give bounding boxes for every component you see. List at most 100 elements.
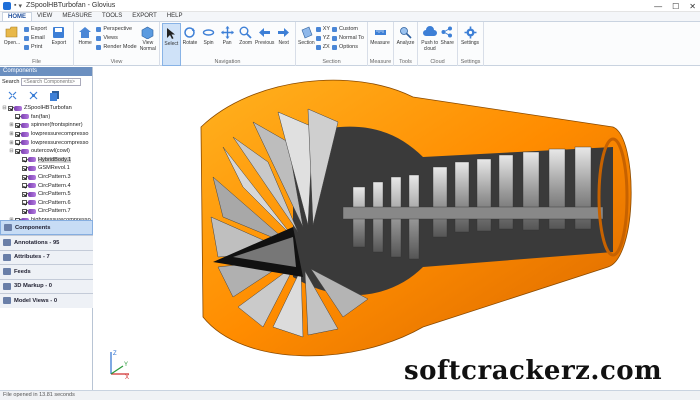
triad-y-label: Y: [124, 362, 128, 368]
accordion-components[interactable]: Components: [0, 220, 93, 235]
accordion-attributes[interactable]: Attributes - 7: [0, 249, 93, 264]
group-label-measure: Measure: [369, 59, 392, 65]
minimize-button[interactable]: —: [654, 2, 662, 11]
views-button[interactable]: Views: [96, 34, 136, 42]
tab-home[interactable]: HOME: [2, 12, 32, 21]
accordion-feeds[interactable]: Feeds: [0, 264, 93, 279]
visibility-checkbox[interactable]: [22, 157, 27, 163]
section-xy-button[interactable]: XY: [315, 25, 331, 33]
visibility-checkbox[interactable]: [22, 165, 27, 171]
tab-view[interactable]: VIEW: [32, 12, 57, 21]
tree-item[interactable]: ⊞ lowpressurecompresso: [0, 130, 92, 139]
3d-viewport[interactable]: Z Y X: [93, 67, 700, 390]
tab-tools[interactable]: TOOLS: [97, 12, 127, 21]
accordion-model-views[interactable]: Model Views - 0: [0, 293, 93, 308]
section-custom-button[interactable]: Custom: [332, 25, 364, 33]
zx-plane-icon: [315, 44, 321, 50]
tab-measure[interactable]: MEASURE: [57, 12, 97, 21]
accordion-3d-markup[interactable]: 3D Markup - 0: [0, 278, 93, 293]
triad-z-label: Z: [113, 351, 117, 357]
export-small-button[interactable]: Export: [24, 25, 47, 33]
tree-item-label: CircPattern.6: [38, 199, 71, 206]
collapse-all-icon[interactable]: [29, 91, 38, 100]
tree-item-label: lowpressurecompresso: [31, 139, 89, 146]
analyze-label: Analyze: [396, 40, 415, 46]
search-label: Search: [2, 78, 20, 85]
share-label: Share: [440, 40, 454, 46]
section-options-button[interactable]: Options: [332, 43, 364, 51]
visibility-checkbox[interactable]: [15, 114, 20, 120]
visibility-checkbox[interactable]: [22, 183, 27, 189]
qat-dropdown-icon[interactable]: ▾: [18, 2, 22, 10]
export-icon: [24, 26, 29, 32]
tree-item[interactable]: CircPattern.7: [0, 207, 92, 216]
search-components-input[interactable]: [21, 77, 82, 86]
yz-label: YZ: [322, 35, 330, 41]
model-views-icon: [3, 297, 11, 305]
tree-item-label: GSMRevol.1: [38, 165, 70, 172]
tree-expander-icon[interactable]: ⊞: [9, 131, 14, 137]
tree-expander-icon[interactable]: ⊟: [9, 148, 14, 154]
perspective-label: Perspective: [103, 26, 133, 32]
tree-item[interactable]: HybridBody.1: [0, 156, 92, 165]
visibility-checkbox[interactable]: [22, 174, 27, 180]
print-button[interactable]: Print: [24, 43, 47, 51]
tree-expander-icon[interactable]: ⊞: [9, 140, 14, 146]
tree-item[interactable]: fan(fan): [0, 113, 92, 122]
tree-item[interactable]: ⊟ outercowl(cowl): [0, 147, 92, 156]
perspective-button[interactable]: Perspective: [96, 25, 136, 33]
visibility-checkbox[interactable]: [15, 131, 20, 137]
tree-item[interactable]: GSMRevol.1: [0, 164, 92, 173]
ribbon: Open... Export Email Print Export File H…: [0, 22, 700, 66]
visibility-checkbox[interactable]: [15, 122, 20, 128]
email-button[interactable]: Email: [24, 34, 47, 42]
ruler-icon: [374, 29, 386, 35]
save-icon[interactable]: ▪: [14, 2, 16, 10]
close-button[interactable]: ✕: [689, 2, 696, 11]
turbofan-model-render[interactable]: [93, 67, 700, 390]
tree-item[interactable]: CircPattern.3: [0, 173, 92, 182]
tree-item[interactable]: CircPattern.6: [0, 199, 92, 208]
visibility-checkbox[interactable]: [15, 140, 20, 146]
search-row: Search: [0, 76, 92, 87]
tree-item[interactable]: ⊟ ZSpoolHBTurbofan: [0, 104, 92, 113]
view-normal-label: View Normal: [139, 40, 156, 52]
visibility-checkbox[interactable]: [15, 148, 20, 154]
visibility-checkbox[interactable]: [22, 191, 27, 197]
tab-help[interactable]: HELP: [162, 12, 188, 21]
tree-item-label: lowpressurecompresso: [31, 131, 89, 138]
visibility-checkbox[interactable]: [22, 208, 27, 214]
maximize-button[interactable]: ☐: [672, 2, 679, 11]
expand-all-icon[interactable]: [8, 91, 17, 100]
component-icon: [28, 157, 36, 163]
xy-label: XY: [322, 26, 331, 32]
share-icon: [441, 26, 453, 38]
copy-list-icon[interactable]: [50, 91, 59, 101]
tab-export[interactable]: EXPORT: [127, 12, 162, 21]
normal-to-button[interactable]: Normal To: [332, 34, 364, 42]
render-mode-button[interactable]: Render Mode: [96, 43, 137, 51]
tree-item-label: ZSpoolHBTurbofan: [24, 105, 72, 112]
tree-item[interactable]: ⊞ spinner(frontspinner): [0, 121, 92, 130]
tree-item[interactable]: CircPattern.5: [0, 190, 92, 199]
custom-label: Custom: [339, 26, 358, 32]
zx-label: ZX: [322, 44, 330, 50]
section-yz-button[interactable]: YZ: [315, 34, 330, 42]
tree-item[interactable]: CircPattern.4: [0, 181, 92, 190]
tree-item[interactable]: ⊞ lowpressurecompresso: [0, 138, 92, 147]
accordion-annotations[interactable]: Annotations - 95: [0, 235, 93, 250]
title-bar: ▪ ▾ ZSpoolHBTurbofan - Glovius — ☐ ✕: [0, 0, 700, 12]
section-zx-button[interactable]: ZX: [315, 43, 330, 51]
perspective-icon: [96, 26, 102, 32]
tree-expander-icon[interactable]: ⊟: [2, 105, 7, 111]
ribbon-group-navigation: Select Rotate Spin Pan Zoom Previous Nex…: [160, 22, 296, 66]
rotate-icon: [184, 26, 196, 38]
visibility-checkbox[interactable]: [8, 105, 13, 111]
push-to-cloud-label: Push to cloud: [421, 40, 439, 52]
cursor-icon: [167, 27, 176, 39]
previous-label: Previous: [254, 40, 275, 46]
tree-expander-icon[interactable]: ⊞: [9, 122, 14, 128]
visibility-checkbox[interactable]: [22, 200, 27, 206]
print-icon: [24, 44, 29, 50]
component-icon: [28, 208, 36, 214]
